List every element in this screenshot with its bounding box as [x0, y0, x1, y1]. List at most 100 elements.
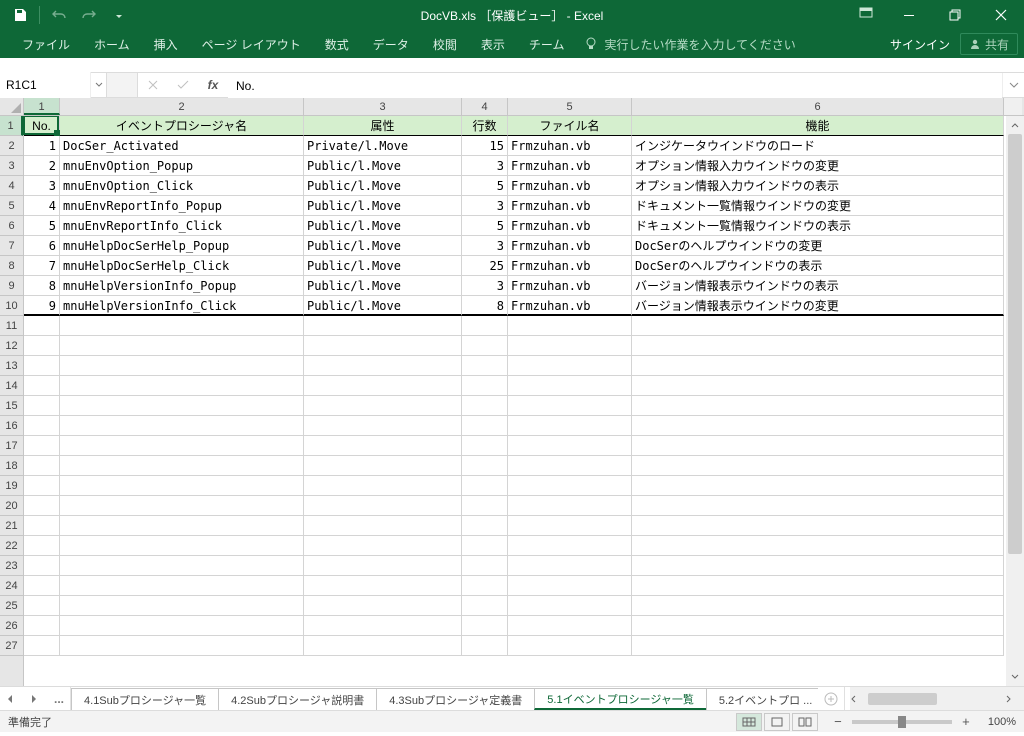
- maximize-button[interactable]: [932, 0, 978, 30]
- cell[interactable]: [304, 416, 462, 436]
- cell[interactable]: [632, 516, 1004, 536]
- cell[interactable]: [60, 356, 304, 376]
- cells-area[interactable]: No.イベントプロシージャ名属性行数ファイル名機能1DocSer_Activat…: [24, 116, 1024, 686]
- tab-file[interactable]: ファイル: [10, 30, 82, 58]
- cell[interactable]: [304, 576, 462, 596]
- cell[interactable]: [24, 396, 60, 416]
- cell[interactable]: [24, 336, 60, 356]
- cell[interactable]: [304, 616, 462, 636]
- sheet-tab[interactable]: 4.1Subプロシージャ一覧: [71, 688, 219, 710]
- tab-data[interactable]: データ: [361, 30, 421, 58]
- cell[interactable]: [508, 636, 632, 656]
- cell[interactable]: Frmzuhan.vb: [508, 156, 632, 176]
- cell[interactable]: 5: [462, 176, 508, 196]
- cell[interactable]: [508, 416, 632, 436]
- expand-formula-bar[interactable]: [1002, 73, 1024, 97]
- tab-insert[interactable]: 挿入: [142, 30, 190, 58]
- column-header[interactable]: 3: [304, 98, 462, 115]
- cell[interactable]: [60, 576, 304, 596]
- tab-home[interactable]: ホーム: [82, 30, 142, 58]
- cell[interactable]: [462, 636, 508, 656]
- hscroll-track[interactable]: [868, 692, 1006, 706]
- cell[interactable]: 4: [24, 196, 60, 216]
- cell[interactable]: [304, 496, 462, 516]
- cell[interactable]: [304, 376, 462, 396]
- cell[interactable]: Public/l.Move: [304, 256, 462, 276]
- sheet-nav-next[interactable]: [30, 694, 48, 704]
- cell[interactable]: 5: [462, 216, 508, 236]
- cell[interactable]: Public/l.Move: [304, 296, 462, 316]
- page-break-view-button[interactable]: [792, 713, 818, 731]
- row-header[interactable]: 17: [0, 436, 23, 456]
- cell[interactable]: 5: [24, 216, 60, 236]
- horizontal-scrollbar[interactable]: [850, 687, 1024, 710]
- ribbon-display-options[interactable]: [850, 0, 882, 26]
- cell[interactable]: [632, 576, 1004, 596]
- tell-me-search[interactable]: 実行したい作業を入力してください: [584, 36, 795, 53]
- sheet-tab[interactable]: 5.1イベントプロシージャ一覧: [534, 688, 707, 710]
- scroll-left-button[interactable]: [850, 695, 868, 703]
- cell[interactable]: ドキュメント一覧情報ウインドウの表示: [632, 216, 1004, 236]
- cell[interactable]: [304, 476, 462, 496]
- row-header[interactable]: 3: [0, 156, 23, 176]
- cell[interactable]: [632, 416, 1004, 436]
- cell[interactable]: [508, 396, 632, 416]
- cell[interactable]: 25: [462, 256, 508, 276]
- cell[interactable]: mnuHelpVersionInfo_Click: [60, 296, 304, 316]
- minimize-button[interactable]: [886, 0, 932, 30]
- cell[interactable]: [632, 396, 1004, 416]
- cell[interactable]: [60, 336, 304, 356]
- cell[interactable]: [60, 436, 304, 456]
- column-header[interactable]: 4: [462, 98, 508, 115]
- row-header[interactable]: 10: [0, 296, 23, 316]
- cell[interactable]: Frmzuhan.vb: [508, 176, 632, 196]
- add-sheet-button[interactable]: [818, 687, 844, 710]
- cell[interactable]: オプション情報入力ウインドウの変更: [632, 156, 1004, 176]
- cell[interactable]: DocSerのヘルプウインドウの変更: [632, 236, 1004, 256]
- cell[interactable]: [462, 456, 508, 476]
- undo-button[interactable]: [45, 2, 73, 28]
- cell[interactable]: 3: [462, 196, 508, 216]
- cell[interactable]: [60, 376, 304, 396]
- cell[interactable]: 8: [462, 296, 508, 316]
- row-header[interactable]: 24: [0, 576, 23, 596]
- cell[interactable]: [24, 476, 60, 496]
- cell[interactable]: [60, 456, 304, 476]
- cell[interactable]: [508, 496, 632, 516]
- cell[interactable]: [508, 376, 632, 396]
- row-header[interactable]: 11: [0, 316, 23, 336]
- cell[interactable]: [632, 336, 1004, 356]
- cell[interactable]: [304, 356, 462, 376]
- cell[interactable]: [60, 596, 304, 616]
- zoom-out-button[interactable]: −: [830, 714, 846, 729]
- cell[interactable]: DocSer_Activated: [60, 136, 304, 156]
- row-header[interactable]: 25: [0, 596, 23, 616]
- row-header[interactable]: 15: [0, 396, 23, 416]
- cell[interactable]: DocSerのヘルプウインドウの表示: [632, 256, 1004, 276]
- save-button[interactable]: [6, 2, 34, 28]
- cell[interactable]: イベントプロシージャ名: [60, 116, 304, 136]
- cell[interactable]: Frmzuhan.vb: [508, 216, 632, 236]
- cell[interactable]: [632, 376, 1004, 396]
- cell[interactable]: [304, 596, 462, 616]
- sheet-tab[interactable]: 5.2イベントプロ ...: [706, 688, 819, 710]
- cell[interactable]: オプション情報入力ウインドウの表示: [632, 176, 1004, 196]
- cell[interactable]: mnuEnvOption_Popup: [60, 156, 304, 176]
- name-box[interactable]: [0, 72, 90, 98]
- cell[interactable]: Frmzuhan.vb: [508, 236, 632, 256]
- cell[interactable]: [60, 616, 304, 636]
- cell[interactable]: Frmzuhan.vb: [508, 296, 632, 316]
- row-header[interactable]: 5: [0, 196, 23, 216]
- cell[interactable]: 1: [24, 136, 60, 156]
- cell[interactable]: 7: [24, 256, 60, 276]
- cell[interactable]: [304, 556, 462, 576]
- cell[interactable]: [24, 316, 60, 336]
- cell[interactable]: mnuHelpDocSerHelp_Popup: [60, 236, 304, 256]
- row-header[interactable]: 21: [0, 516, 23, 536]
- select-all-button[interactable]: [0, 98, 24, 115]
- cell[interactable]: [462, 576, 508, 596]
- cell[interactable]: Frmzuhan.vb: [508, 196, 632, 216]
- cell[interactable]: [462, 396, 508, 416]
- tab-view[interactable]: 表示: [469, 30, 517, 58]
- cell[interactable]: Public/l.Move: [304, 216, 462, 236]
